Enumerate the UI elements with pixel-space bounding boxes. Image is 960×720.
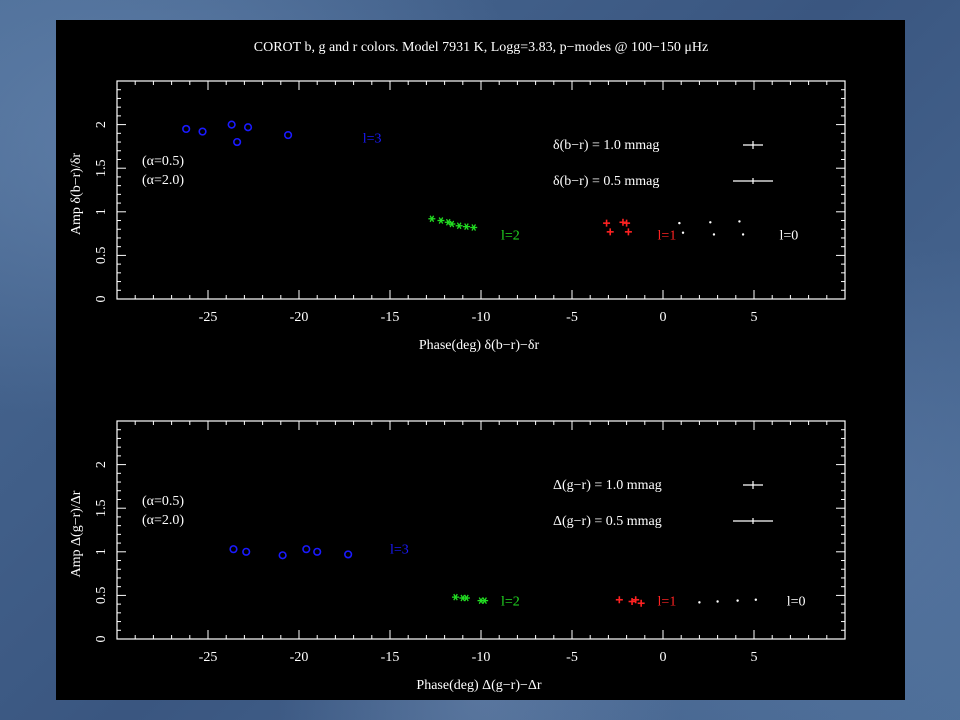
data-point-dot [681, 231, 685, 234]
x-tick-label: -10 [472, 650, 491, 665]
data-point-dot [716, 600, 719, 603]
y-tick-label: 1 [94, 548, 109, 555]
error-legend-label: δ(b−r) = 1.0 mmag [553, 138, 659, 153]
series-l0 [678, 220, 745, 236]
x-tick-label: -15 [381, 650, 400, 665]
series-label: l=2 [501, 595, 520, 610]
data-point-plus [624, 228, 632, 236]
series-label: l=0 [787, 595, 806, 610]
x-tick-label: 5 [751, 650, 758, 665]
y-tick-label: 1.5 [94, 499, 109, 517]
series-l3 [229, 545, 353, 560]
data-point-star [455, 222, 463, 230]
y-tick-label: 0.5 [94, 587, 109, 605]
series-l1 [603, 218, 632, 236]
chart-slide: COROT b, g and r colors. Model 7931 K, L… [56, 20, 905, 700]
data-point-circle [344, 550, 353, 559]
series-label: l=3 [363, 132, 382, 147]
plot-frame [116, 80, 846, 300]
x-tick-label: -5 [566, 310, 578, 325]
series-label: l=2 [501, 228, 520, 243]
series-l2 [452, 593, 489, 604]
series-l3 [182, 120, 293, 147]
data-point-star [428, 215, 436, 223]
data-point-dot [709, 221, 712, 224]
data-point-circle [182, 124, 191, 134]
data-point-star [462, 223, 470, 230]
data-point-dot [741, 233, 745, 236]
x-tick-label: 0 [660, 650, 667, 665]
data-point-circle [227, 120, 236, 129]
data-point-circle [229, 545, 238, 554]
data-point-plus [615, 596, 623, 604]
figure-title: COROT b, g and r colors. Model 7931 K, L… [254, 40, 708, 55]
x-axis-title: Phase(deg) Δ(g−r)−Δr [416, 678, 541, 693]
y-axis-title: Amp Δ(g−r)/Δr [69, 490, 84, 577]
series-label: l=3 [390, 542, 409, 557]
series-l1 [615, 596, 645, 607]
series-label: l=0 [779, 228, 798, 243]
error-legend-label: δ(b−r) = 0.5 mmag [553, 174, 659, 189]
data-point-circle [198, 127, 207, 136]
y-tick-label: 0 [94, 636, 109, 643]
series-l0 [698, 598, 758, 604]
x-tick-label: -20 [290, 310, 309, 325]
plot-frame [116, 420, 846, 640]
x-tick-label: -25 [199, 310, 218, 325]
data-point-plus [623, 219, 631, 227]
error-legend-label: Δ(g−r) = 1.0 mmag [553, 478, 662, 493]
data-point-star [437, 217, 445, 224]
alpha-annotation: (α=2.0) [142, 513, 184, 528]
series-label: l=1 [658, 595, 677, 610]
alpha-annotation: (α=2.0) [142, 173, 184, 188]
data-point-plus [606, 228, 614, 236]
series-label: l=1 [658, 228, 677, 243]
x-tick-label: -25 [199, 650, 218, 665]
data-point-dot [712, 233, 716, 236]
y-tick-label: 0 [94, 296, 109, 303]
data-point-circle [278, 551, 287, 560]
alpha-annotation: (α=0.5) [142, 494, 184, 509]
x-tick-label: -5 [566, 650, 578, 665]
x-tick-label: -10 [472, 310, 491, 325]
y-tick-label: 2 [94, 461, 109, 468]
data-point-plus [637, 599, 645, 607]
x-tick-label: 0 [660, 310, 667, 325]
data-point-circle [242, 547, 251, 556]
y-axis-title: Amp δ(b−r)/δr [69, 153, 84, 235]
data-point-dot [736, 599, 739, 602]
error-legend-label: Δ(g−r) = 0.5 mmag [553, 514, 662, 529]
data-point-dot [754, 598, 758, 601]
y-tick-label: 1.5 [94, 159, 109, 177]
data-point-star [470, 224, 478, 231]
data-point-circle [243, 123, 253, 132]
data-point-star [452, 593, 460, 601]
series-l2 [428, 215, 478, 231]
data-point-circle [233, 137, 242, 147]
data-point-circle [283, 130, 293, 140]
alpha-annotation: (α=0.5) [142, 154, 184, 169]
x-tick-label: -20 [290, 650, 309, 665]
data-point-plus [619, 218, 627, 226]
figure-svg: COROT b, g and r colors. Model 7931 K, L… [69, 40, 846, 693]
x-tick-label: 5 [751, 310, 758, 325]
x-axis-title: Phase(deg) δ(b−r)−δr [419, 338, 540, 353]
data-point-dot [678, 221, 681, 225]
data-point-dot [698, 601, 701, 604]
bottom-panel: -25 -20 -15 -10 -5 0 5 0 0.5 1 1.5 2 Phase(deg) Δ(g−… [69, 420, 846, 693]
data-point-plus [603, 219, 611, 227]
y-tick-label: 1 [94, 208, 109, 215]
data-point-circle [302, 545, 311, 554]
y-tick-label: 0.5 [94, 247, 109, 265]
x-tick-label: -15 [381, 310, 400, 325]
data-point-circle [313, 547, 322, 556]
data-point-dot [738, 220, 741, 223]
y-tick-label: 2 [94, 121, 109, 128]
top-panel: -25 -20 -15 -10 -5 0 5 0 0.5 1 1.5 2 Phase(deg) δ(b−… [69, 80, 846, 353]
